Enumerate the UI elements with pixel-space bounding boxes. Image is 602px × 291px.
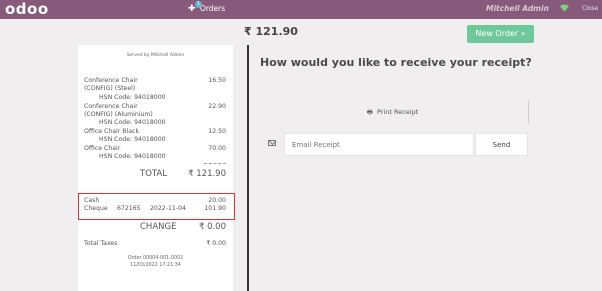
receipt-line: Conference Chair 16.50 [84,77,226,84]
hsn-code: HSN Code: 94018000 [99,136,166,143]
line-name: Office Chair Black [84,128,140,135]
print-receipt-button[interactable]: 🖶 Print Receipt [257,101,529,123]
printer-icon: 🖶 [366,108,373,116]
envelope-icon [268,140,276,146]
orders-label: Orders [199,4,226,13]
new-order-button[interactable]: New Order » [467,25,534,43]
served-by: Served by Mitchell Admin [126,53,185,58]
odoo-logo: odoo [5,0,49,18]
order-total: ₹ 121.90 [244,25,298,38]
line-name: Conference Chair [84,103,138,110]
change-label: CHANGE [140,222,177,232]
receipt-line: (CONFIG) (Steel) [84,85,226,92]
top-bar: odoo ✚ 1 Orders Mitchell Admin Close [0,0,602,19]
hsn-code: HSN Code: 94018000 [99,94,166,101]
receipt-line: Conference Chair 22.90 [84,103,226,110]
close-button[interactable]: Close [582,0,598,18]
receipt-line: Office Chair 70.00 [84,145,226,152]
receipt-paper: Served by Mitchell Admin Conference Chai… [78,45,233,291]
taxes-label: Total Taxes [84,240,118,247]
total-value: ₹ 121.90 [188,169,226,179]
line-name: (CONFIG) (Aluminium) [84,111,153,118]
total-label: TOTAL [140,169,167,179]
payment-highlight-box [78,193,235,220]
receipt-question: How would you like to receive your recei… [260,56,532,69]
print-receipt-label: Print Receipt [376,108,419,116]
orders-button[interactable]: ✚ 1 Orders [188,0,225,19]
receipt-column: Served by Mitchell Admin Conference Chai… [0,45,248,291]
line-amount: 16.50 [208,77,226,84]
line-amount: 22.90 [208,103,226,110]
hsn-code: HSN Code: 94018000 [99,119,166,126]
change-value: ₹ 0.00 [198,222,226,232]
line-name: Conference Chair [84,77,138,84]
line-amount: 12.50 [208,128,226,135]
taxes-value: ₹ 0.00 [206,240,226,247]
order-datetime: 11/03/2022 17:21:34 [130,262,181,268]
panel-divider [247,45,249,291]
hsn-code: HSN Code: 94018000 [99,153,166,160]
total-separator [204,163,226,164]
line-amount: 70.00 [208,145,226,152]
line-name: Office Chair [84,145,121,152]
wifi-icon [560,4,569,12]
line-name: (CONFIG) (Steel) [84,85,136,92]
user-name[interactable]: Mitchell Admin [486,0,549,18]
email-receipt-input[interactable] [284,133,474,156]
receipt-line: Office Chair Black 12.50 [84,128,226,135]
receipt-line: (CONFIG) (Aluminium) [84,111,226,118]
send-button[interactable]: Send [475,133,528,156]
order-reference: Order 00004-001-0002 11/03/2022 17:21:34 [78,256,233,269]
orders-count-badge: 1 [195,1,202,8]
